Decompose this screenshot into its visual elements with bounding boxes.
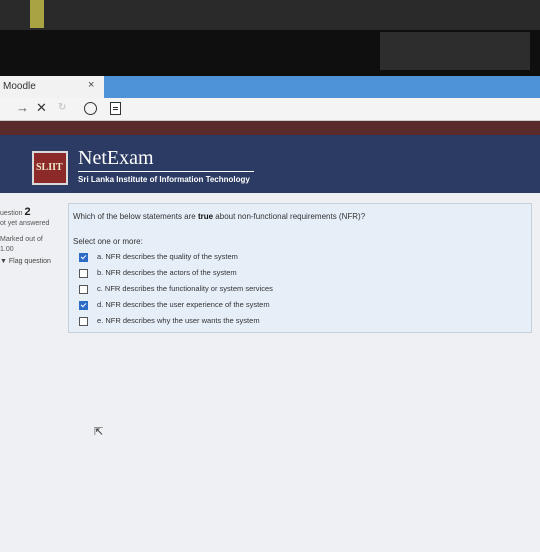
sliit-logo[interactable]: SLIIT xyxy=(32,151,68,185)
mouse-cursor-icon: ⇱ xyxy=(94,426,104,438)
forward-arrow-icon[interactable]: → xyxy=(16,100,29,115)
browser-tab[interactable]: Moodle × xyxy=(0,76,104,98)
question-text: Which of the below statements are true a… xyxy=(73,212,366,221)
option-label: b. NFR describes the actors of the syste… xyxy=(97,268,237,277)
flag-question-link[interactable]: ▼ Flag question xyxy=(0,257,62,267)
tab-close-icon[interactable]: × xyxy=(88,79,94,91)
option-checkbox[interactable] xyxy=(79,285,88,294)
option-checkbox[interactable] xyxy=(79,269,88,278)
select-prompt: Select one or more: xyxy=(73,237,143,246)
question-status: ot yet answered xyxy=(0,220,50,227)
info-icon[interactable] xyxy=(84,102,97,115)
monitor-bezel-top xyxy=(0,0,540,30)
monitor-reflection xyxy=(380,32,530,70)
option-checkbox[interactable] xyxy=(79,301,88,310)
tab-title: Moodle xyxy=(3,81,36,92)
page-icon[interactable] xyxy=(110,102,121,115)
option-label: e. NFR describes why the user wants the … xyxy=(97,316,260,325)
question-card: Which of the below statements are true a… xyxy=(68,203,532,333)
question-label: uestion xyxy=(0,210,23,217)
logo-text: SLIIT xyxy=(36,162,63,173)
option-label: a. NFR describes the quality of the syst… xyxy=(97,252,238,261)
question-number: 2 xyxy=(24,206,31,218)
option-label: c. NFR describes the functionality or sy… xyxy=(97,284,273,293)
browser-window: Moodle × → ✕ ↻ SLIIT NetExam Sri Lanka I… xyxy=(0,76,540,552)
option-checkbox[interactable] xyxy=(79,253,88,262)
address-bar: → ✕ ↻ xyxy=(0,98,540,121)
page-top-band xyxy=(0,121,540,135)
main-content: uestion 2 ot yet answered Marked out of … xyxy=(0,193,540,552)
option-label: d. NFR describes the user experience of … xyxy=(97,300,270,309)
marks-value: 1.00 xyxy=(0,246,14,253)
question-info: uestion 2 ot yet answered Marked out of … xyxy=(0,207,62,267)
stop-icon[interactable]: ✕ xyxy=(36,100,47,116)
brand-divider xyxy=(78,171,254,172)
brand-subtitle: Sri Lanka Institute of Information Techn… xyxy=(78,175,250,184)
option-checkbox[interactable] xyxy=(79,317,88,326)
tab-bar: Moodle × xyxy=(0,76,540,98)
question-emphasis: true xyxy=(197,212,214,221)
reload-icon[interactable]: ↻ xyxy=(58,102,66,113)
marked-label: Marked out of xyxy=(0,236,43,243)
monitor-glare xyxy=(30,0,44,28)
brand-title[interactable]: NetExam xyxy=(78,147,154,170)
site-header: SLIIT NetExam Sri Lanka Institute of Inf… xyxy=(0,135,540,193)
